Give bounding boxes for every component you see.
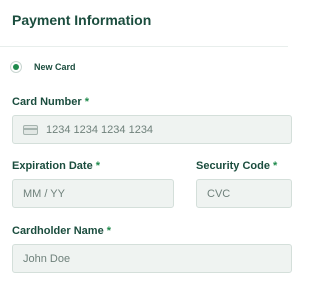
card-number-label-text: Card Number bbox=[12, 96, 82, 108]
expiration-date-label-text: Expiration Date bbox=[12, 160, 93, 172]
page-title: Payment Information bbox=[12, 12, 152, 28]
cardholder-name-label: Cardholder Name * bbox=[12, 225, 111, 237]
required-mark: * bbox=[95, 160, 100, 172]
required-mark: * bbox=[84, 96, 89, 108]
new-card-radio[interactable] bbox=[10, 61, 22, 73]
cardholder-name-input[interactable]: John Doe bbox=[12, 244, 292, 273]
card-number-input[interactable]: 1234 1234 1234 1234 bbox=[12, 115, 292, 144]
credit-card-icon bbox=[23, 124, 38, 135]
header: Payment Information bbox=[0, 0, 288, 47]
security-code-input[interactable]: CVC bbox=[196, 179, 292, 208]
expiration-date-label: Expiration Date * bbox=[12, 160, 100, 172]
expiration-date-input[interactable]: MM / YY bbox=[12, 179, 174, 208]
security-code-placeholder: CVC bbox=[207, 187, 231, 200]
required-mark: * bbox=[272, 160, 278, 172]
card-number-placeholder: 1234 1234 1234 1234 bbox=[46, 123, 154, 136]
security-code-label: Security Code * bbox=[196, 160, 277, 172]
card-number-label: Card Number * bbox=[12, 96, 89, 108]
radio-selected-dot bbox=[13, 64, 19, 70]
cardholder-name-placeholder: John Doe bbox=[23, 252, 71, 265]
expiration-date-placeholder: MM / YY bbox=[23, 187, 65, 200]
new-card-label: New Card bbox=[34, 62, 76, 72]
required-mark: * bbox=[106, 225, 111, 237]
new-card-option[interactable]: New Card bbox=[10, 61, 76, 73]
cardholder-name-label-text: Cardholder Name bbox=[12, 225, 104, 237]
security-code-label-text: Security Code bbox=[196, 160, 270, 172]
